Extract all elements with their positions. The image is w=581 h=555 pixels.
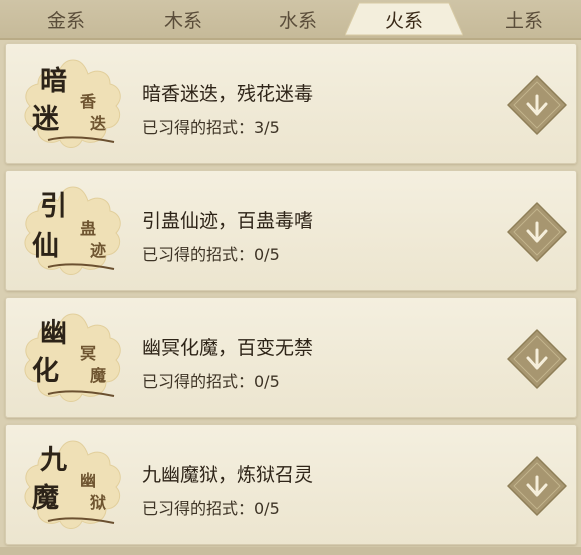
chevron-down-icon[interactable] [506,455,568,517]
emblem-char-2: 仙 [32,231,59,262]
emblem-char-4: 狱 [90,493,107,512]
skill-emblem: 九 魔 幽 狱 [18,435,128,535]
skill-title: 幽冥化魔，百变无禁 [142,337,314,359]
skill-progress: 已习得的招式：0/5 [142,372,280,391]
chevron-down-icon[interactable] [506,74,568,136]
emblem-char-4: 魔 [90,366,107,385]
emblem-char-2: 化 [32,356,59,387]
tab-wood[interactable]: 木系 [133,0,233,38]
emblem-char-1: 幽 [40,318,67,349]
chevron-down-icon[interactable] [506,328,568,390]
emblem-char-3: 幽 [80,471,97,490]
tab-metal[interactable]: 金系 [16,0,116,38]
skill-list: 暗 迷 香 迭 暗香迷迭，残花迷毒 已习得的招式：3/5 引 仙 蛊 迹 引蛊仙… [0,40,581,555]
skill-progress: 已习得的招式：3/5 [142,118,280,137]
skill-emblem: 引 仙 蛊 迹 [18,181,128,281]
skill-title: 引蛊仙迹，百蛊毒嗜 [142,210,314,232]
skill-emblem: 幽 化 冥 魔 [18,308,128,408]
emblem-char-1: 引 [40,191,67,222]
emblem-char-4: 迭 [90,114,107,133]
tab-water[interactable]: 水系 [248,0,348,38]
skill-card[interactable]: 九 魔 幽 狱 九幽魔狱，炼狱召灵 已习得的招式：0/5 [5,424,577,545]
emblem-char-1: 九 [40,445,67,476]
bottom-strip [0,547,581,555]
emblem-char-4: 迹 [90,241,107,260]
skill-card[interactable]: 暗 迷 香 迭 暗香迷迭，残花迷毒 已习得的招式：3/5 [5,43,577,164]
tab-fire[interactable]: 火系 [354,0,454,38]
skill-title: 暗香迷迭，残花迷毒 [142,83,314,105]
skill-emblem: 暗 迷 香 迭 [18,54,128,154]
chevron-down-icon[interactable] [506,201,568,263]
skill-card[interactable]: 引 仙 蛊 迹 引蛊仙迹，百蛊毒嗜 已习得的招式：0/5 [5,170,577,291]
emblem-char-3: 蛊 [80,219,97,238]
element-tab-bar: 金系 木系 水系 火系 土系 [0,0,581,40]
skill-card[interactable]: 幽 化 冥 魔 幽冥化魔，百变无禁 已习得的招式：0/5 [5,297,577,418]
tab-earth[interactable]: 土系 [474,0,574,38]
emblem-char-3: 冥 [80,344,97,363]
skill-title: 九幽魔狱，炼狱召灵 [142,464,314,486]
skill-progress: 已习得的招式：0/5 [142,245,280,264]
emblem-char-2: 魔 [32,483,59,514]
emblem-char-1: 暗 [40,66,67,97]
emblem-char-2: 迷 [32,104,59,135]
skill-progress: 已习得的招式：0/5 [142,499,280,518]
emblem-char-3: 香 [80,92,97,111]
